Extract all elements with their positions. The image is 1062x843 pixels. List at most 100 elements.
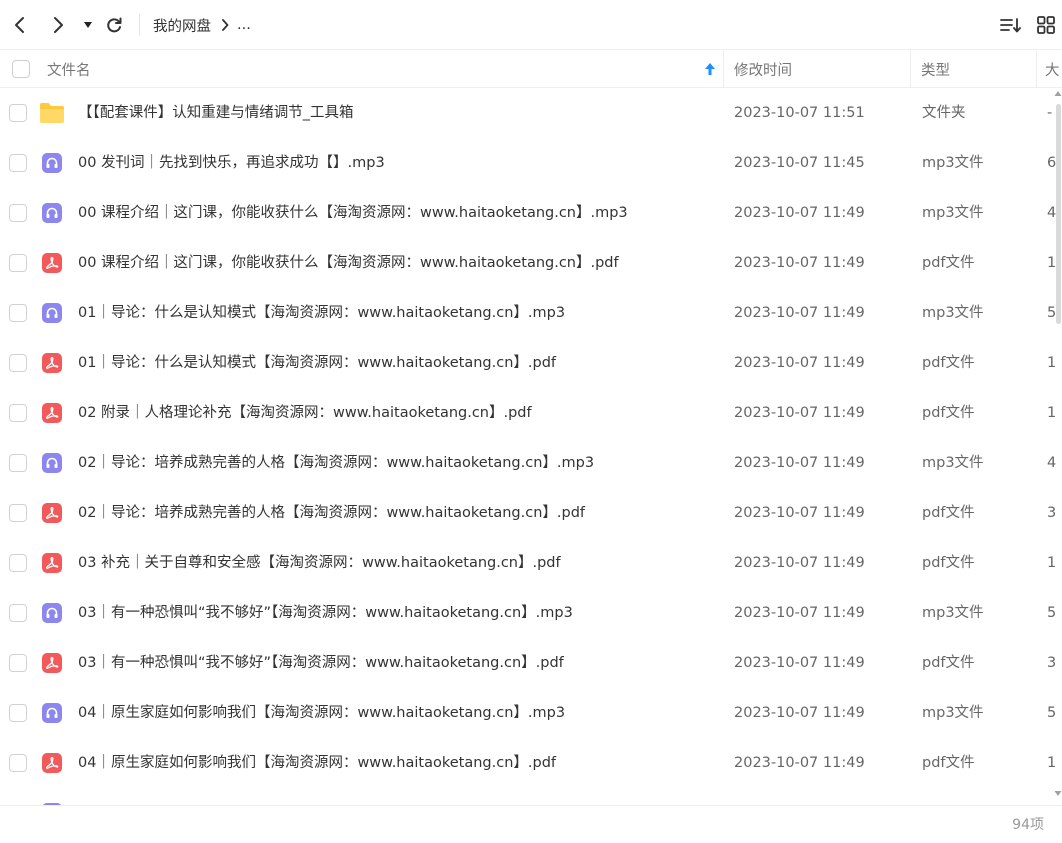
- file-size: 1: [1047, 755, 1057, 771]
- row-checkbox[interactable]: [9, 204, 27, 222]
- file-row[interactable]: 00 发刊词｜先找到快乐，再追求成功【】.mp3 2023-10-07 11:4…: [0, 138, 1062, 188]
- caret-down-icon: [84, 22, 92, 28]
- back-button[interactable]: [8, 12, 32, 38]
- file-name: 00 课程介绍｜这门课，你能收获什么【海淘资源网：www.haitaoketan…: [78, 255, 619, 271]
- file-modified-time: 2023-10-07 11:49: [734, 255, 865, 271]
- file-modified-time: 2023-10-07 11:49: [734, 305, 865, 321]
- file-size: 4: [1047, 455, 1057, 471]
- column-header-size[interactable]: 大: [1045, 50, 1060, 88]
- file-type: pdf文件: [922, 755, 975, 771]
- sort-button[interactable]: [998, 12, 1024, 38]
- chevron-right-icon: [54, 17, 63, 33]
- file-row[interactable]: 04｜原生家庭如何影响我们【海淘资源网：www.haitaoketang.cn】…: [0, 738, 1062, 788]
- file-name: 01｜导论：什么是认知模式【海淘资源网：www.haitaoketang.cn】…: [78, 305, 566, 321]
- file-row[interactable]: 00 课程介绍｜这门课，你能收获什么【海淘资源网：www.haitaoketan…: [0, 188, 1062, 238]
- file-type: mp3文件: [922, 155, 984, 171]
- file-size: 5: [1047, 705, 1057, 721]
- file-modified-time: 2023-10-07 11:49: [734, 755, 865, 771]
- breadcrumb: 我的网盘 ...: [153, 14, 251, 36]
- breadcrumb-more[interactable]: ...: [237, 17, 251, 33]
- history-dropdown-button[interactable]: [80, 12, 96, 38]
- file-size: 5: [1047, 305, 1057, 321]
- file-modified-time: 2023-10-07 11:49: [734, 205, 865, 221]
- file-modified-time: 2023-10-07 11:45: [734, 155, 865, 171]
- toolbar: 我的网盘 ...: [0, 0, 1062, 50]
- column-divider[interactable]: [1036, 50, 1037, 88]
- column-header-name[interactable]: 文件名: [47, 50, 91, 88]
- row-checkbox[interactable]: [9, 504, 27, 522]
- file-row[interactable]: 01｜导论：什么是认知模式【海淘资源网：www.haitaoketang.cn】…: [0, 338, 1062, 388]
- file-row[interactable]: 03｜有一种恐惧叫“我不够好”【海淘资源网：www.haitaoketang.c…: [0, 638, 1062, 688]
- column-header-type[interactable]: 类型: [921, 50, 950, 88]
- pdf-file-icon: [39, 751, 65, 775]
- row-checkbox[interactable]: [9, 604, 27, 622]
- row-checkbox[interactable]: [9, 304, 27, 322]
- file-row[interactable]: 【【配套课件】认知重建与情绪调节_工具箱 2023-10-07 11:51 文件…: [0, 88, 1062, 138]
- column-divider[interactable]: [723, 50, 724, 88]
- file-type: pdf文件: [922, 655, 975, 671]
- file-type: pdf文件: [922, 355, 975, 371]
- file-size: -: [1047, 105, 1053, 121]
- sort-list-icon: [1000, 18, 1021, 33]
- pdf-file-icon: [39, 501, 65, 525]
- pdf-file-icon: [39, 251, 65, 275]
- file-type: pdf文件: [922, 405, 975, 421]
- toolbar-divider: [139, 14, 140, 36]
- file-row[interactable]: 00 课程介绍｜这门课，你能收获什么【海淘资源网：www.haitaoketan…: [0, 238, 1062, 288]
- file-modified-time: 2023-10-07 11:49: [734, 405, 865, 421]
- file-name: 02 附录｜人格理论补充【海淘资源网：www.haitaoketang.cn】.…: [78, 405, 532, 421]
- scroll-up-arrow-icon[interactable]: [1054, 90, 1062, 98]
- row-checkbox[interactable]: [9, 654, 27, 672]
- file-type: pdf文件: [922, 555, 975, 571]
- file-modified-time: 2023-10-07 11:49: [734, 605, 865, 621]
- file-row[interactable]: 02｜导论：培养成熟完善的人格【海淘资源网：www.haitaoketang.c…: [0, 438, 1062, 488]
- file-type: pdf文件: [922, 255, 975, 271]
- file-name: 03 补充｜关于自尊和安全感【海淘资源网：www.haitaoketang.cn…: [78, 555, 561, 571]
- row-checkbox[interactable]: [9, 754, 27, 772]
- select-all-checkbox[interactable]: [12, 60, 30, 78]
- column-header-modified[interactable]: 修改时间: [734, 50, 792, 88]
- file-row-partial[interactable]: [0, 788, 1062, 805]
- audio-file-icon: [39, 701, 65, 725]
- file-type: mp3文件: [922, 205, 984, 221]
- file-row[interactable]: 04｜原生家庭如何影响我们【海淘资源网：www.haitaoketang.cn】…: [0, 688, 1062, 738]
- row-checkbox[interactable]: [9, 254, 27, 272]
- sort-ascending-arrow-icon[interactable]: [704, 62, 716, 76]
- file-row[interactable]: 03 补充｜关于自尊和安全感【海淘资源网：www.haitaoketang.cn…: [0, 538, 1062, 588]
- file-size: 1: [1047, 555, 1057, 571]
- file-size: 6: [1047, 155, 1057, 171]
- grid-view-button[interactable]: [1034, 12, 1058, 38]
- scrollbar-thumb[interactable]: [1056, 104, 1061, 324]
- audio-file-icon: [39, 151, 65, 175]
- status-bar: 94项: [0, 805, 1062, 843]
- file-name: 01｜导论：什么是认知模式【海淘资源网：www.haitaoketang.cn】…: [78, 355, 557, 371]
- column-divider[interactable]: [910, 50, 911, 88]
- file-size: 5: [1047, 605, 1057, 621]
- file-row[interactable]: 01｜导论：什么是认知模式【海淘资源网：www.haitaoketang.cn】…: [0, 288, 1062, 338]
- pdf-file-icon: [39, 401, 65, 425]
- row-checkbox[interactable]: [9, 104, 27, 122]
- file-list: 【【配套课件】认知重建与情绪调节_工具箱 2023-10-07 11:51 文件…: [0, 88, 1062, 805]
- breadcrumb-root[interactable]: 我的网盘: [153, 15, 211, 36]
- file-name: 04｜原生家庭如何影响我们【海淘资源网：www.haitaoketang.cn】…: [78, 705, 566, 721]
- row-checkbox[interactable]: [9, 404, 27, 422]
- row-checkbox[interactable]: [9, 554, 27, 572]
- file-name: 03｜有一种恐惧叫“我不够好”【海淘资源网：www.haitaoketang.c…: [78, 605, 573, 621]
- file-modified-time: 2023-10-07 11:49: [734, 505, 865, 521]
- row-checkbox[interactable]: [9, 454, 27, 472]
- row-checkbox[interactable]: [9, 354, 27, 372]
- folder-icon: [39, 101, 65, 125]
- row-checkbox[interactable]: [9, 704, 27, 722]
- file-row[interactable]: 03｜有一种恐惧叫“我不够好”【海淘资源网：www.haitaoketang.c…: [0, 588, 1062, 638]
- refresh-button[interactable]: [102, 12, 126, 38]
- file-row[interactable]: 02 附录｜人格理论补充【海淘资源网：www.haitaoketang.cn】.…: [0, 388, 1062, 438]
- file-type: mp3文件: [922, 605, 984, 621]
- file-name: 03｜有一种恐惧叫“我不够好”【海淘资源网：www.haitaoketang.c…: [78, 655, 564, 671]
- row-checkbox[interactable]: [9, 154, 27, 172]
- forward-button[interactable]: [46, 12, 70, 38]
- scroll-down-arrow-icon[interactable]: [1054, 789, 1062, 797]
- audio-file-icon: [39, 451, 65, 475]
- file-row[interactable]: 02｜导论：培养成熟完善的人格【海淘资源网：www.haitaoketang.c…: [0, 488, 1062, 538]
- chevron-left-icon: [15, 17, 24, 33]
- file-size: 1: [1047, 255, 1057, 271]
